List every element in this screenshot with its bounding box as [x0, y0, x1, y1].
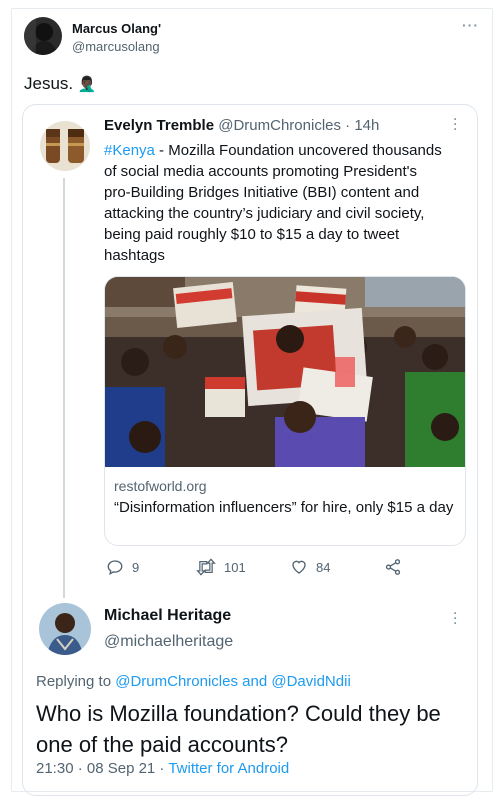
- facepalm-emoji: 🤦🏿‍♂️: [77, 76, 97, 93]
- quoted-header: Evelyn Tremble @DrumChronicles · 14h: [104, 117, 379, 134]
- hashtag-kenya[interactable]: #Kenya: [104, 142, 155, 159]
- replying-prefix: Replying to: [36, 673, 116, 690]
- marcus-avatar[interactable]: [24, 17, 62, 55]
- evelyn-avatar[interactable]: [40, 121, 90, 171]
- card-title[interactable]: “Disinformation influencers” for hire, o…: [114, 497, 454, 518]
- retweet-action[interactable]: 101: [196, 557, 246, 577]
- michael-avatar[interactable]: [39, 603, 91, 655]
- outer-author-name[interactable]: Marcus Olang': [72, 21, 161, 36]
- share-action[interactable]: [384, 557, 410, 577]
- outer-tweet-text: Jesus. 🤦🏿‍♂️: [24, 74, 97, 94]
- outer-author-handle[interactable]: @marcusolang: [72, 39, 160, 54]
- retweet-count: 101: [224, 559, 246, 575]
- retweet-icon: [196, 558, 216, 576]
- replying-to: Replying to @DrumChronicles and @DavidNd…: [36, 673, 351, 690]
- reply-meta: 21:30 · 08 Sep 21 · Twitter for Android: [36, 760, 289, 777]
- more-vertical-icon[interactable]: · · ·: [452, 607, 460, 629]
- quoted-time[interactable]: · 14h: [345, 117, 379, 134]
- reply-icon: [107, 560, 123, 576]
- reply-tweet-text: Who is Mozilla foundation? Could they be…: [36, 701, 441, 757]
- reply-client[interactable]: Twitter for Android: [168, 760, 289, 777]
- quoted-author-name[interactable]: Evelyn Tremble: [104, 117, 214, 134]
- reply-timestamp[interactable]: 21:30 · 08 Sep 21 ·: [36, 760, 168, 777]
- card-image[interactable]: [105, 277, 465, 467]
- quoted-tweet-text: #Kenya - Mozilla Foundation uncovered th…: [104, 140, 446, 266]
- outer-tweet-text-body: Jesus.: [24, 74, 74, 93]
- reply-author-name[interactable]: Michael Heritage: [104, 607, 231, 625]
- reply-author-handle[interactable]: @michaelheritage: [104, 633, 233, 651]
- link-card[interactable]: restofworld.org “Disinformation influenc…: [104, 276, 466, 546]
- share-icon: [385, 559, 401, 575]
- more-horizontal-icon[interactable]: ···: [462, 17, 479, 33]
- more-vertical-icon[interactable]: · · ·: [452, 113, 460, 135]
- quoted-tweet-body: - Mozilla Foundation uncovered thousands…: [104, 142, 442, 264]
- like-count: 84: [316, 559, 331, 575]
- heart-icon: [292, 560, 306, 574]
- like-action[interactable]: 84: [290, 557, 330, 577]
- reply-count: 9: [132, 559, 140, 575]
- reply-and: and: [237, 673, 272, 690]
- card-domain[interactable]: restofworld.org: [114, 478, 207, 494]
- thread-line: [63, 178, 65, 598]
- reply-mention-1[interactable]: @DrumChronicles: [115, 673, 238, 690]
- quoted-author-handle[interactable]: @DrumChronicles: [218, 117, 341, 134]
- reply-action[interactable]: 9: [106, 557, 139, 577]
- reply-mention-2[interactable]: @DavidNdii: [271, 673, 350, 690]
